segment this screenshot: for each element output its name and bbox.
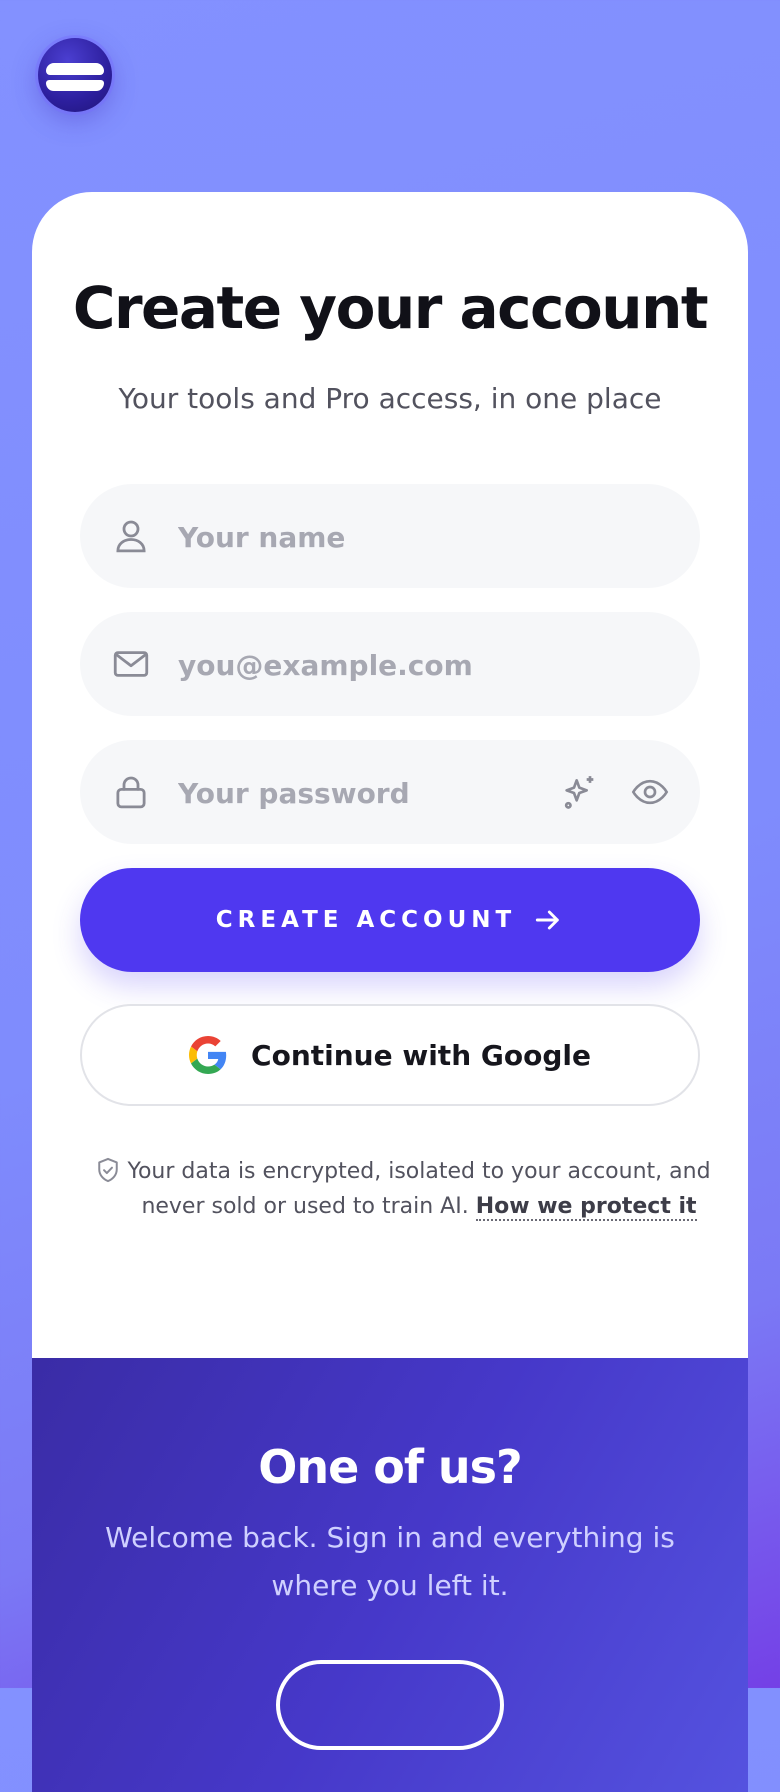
signin-panel: One of us? Welcome back. Sign in and eve… (32, 1358, 748, 1792)
google-button-label: Continue with Google (251, 1038, 591, 1072)
name-field[interactable] (80, 484, 700, 590)
page-subtitle: Your tools and Pro access, in one place (118, 382, 662, 415)
user-icon (116, 520, 146, 553)
signup-card: Create your account Your tools and Pro a… (32, 192, 748, 1792)
email-field[interactable] (80, 612, 700, 718)
privacy-link[interactable]: How we protect it (475, 1194, 697, 1221)
logo-bottom-stripe (46, 80, 104, 91)
google-icon (189, 1036, 227, 1074)
logo-top-stripe (46, 63, 104, 75)
shield-check-icon (98, 1157, 118, 1183)
password-input[interactable] (176, 740, 580, 846)
lock-icon (116, 776, 146, 809)
create-account-button[interactable]: CREATE ACCOUNT (80, 868, 700, 972)
signin-text: Welcome back. Sign in and everything is … (105, 1521, 675, 1602)
sign-in-button[interactable] (276, 1660, 504, 1750)
google-signin-button[interactable]: Continue with Google (80, 1004, 700, 1106)
password-field[interactable] (80, 740, 700, 846)
privacy-note: Your data is encrypted, isolated to your… (98, 1154, 714, 1224)
brand-logo-icon[interactable] (38, 38, 112, 112)
signin-title: One of us? (258, 1440, 523, 1494)
mail-icon (113, 651, 149, 677)
create-account-label: CREATE ACCOUNT (215, 907, 517, 933)
sparkle-icon[interactable] (560, 772, 600, 812)
email-input[interactable] (176, 612, 580, 718)
name-input[interactable] (176, 484, 580, 590)
page-title: Create your account (72, 274, 709, 342)
eye-icon[interactable] (630, 772, 670, 812)
arrow-right-icon (536, 910, 560, 930)
